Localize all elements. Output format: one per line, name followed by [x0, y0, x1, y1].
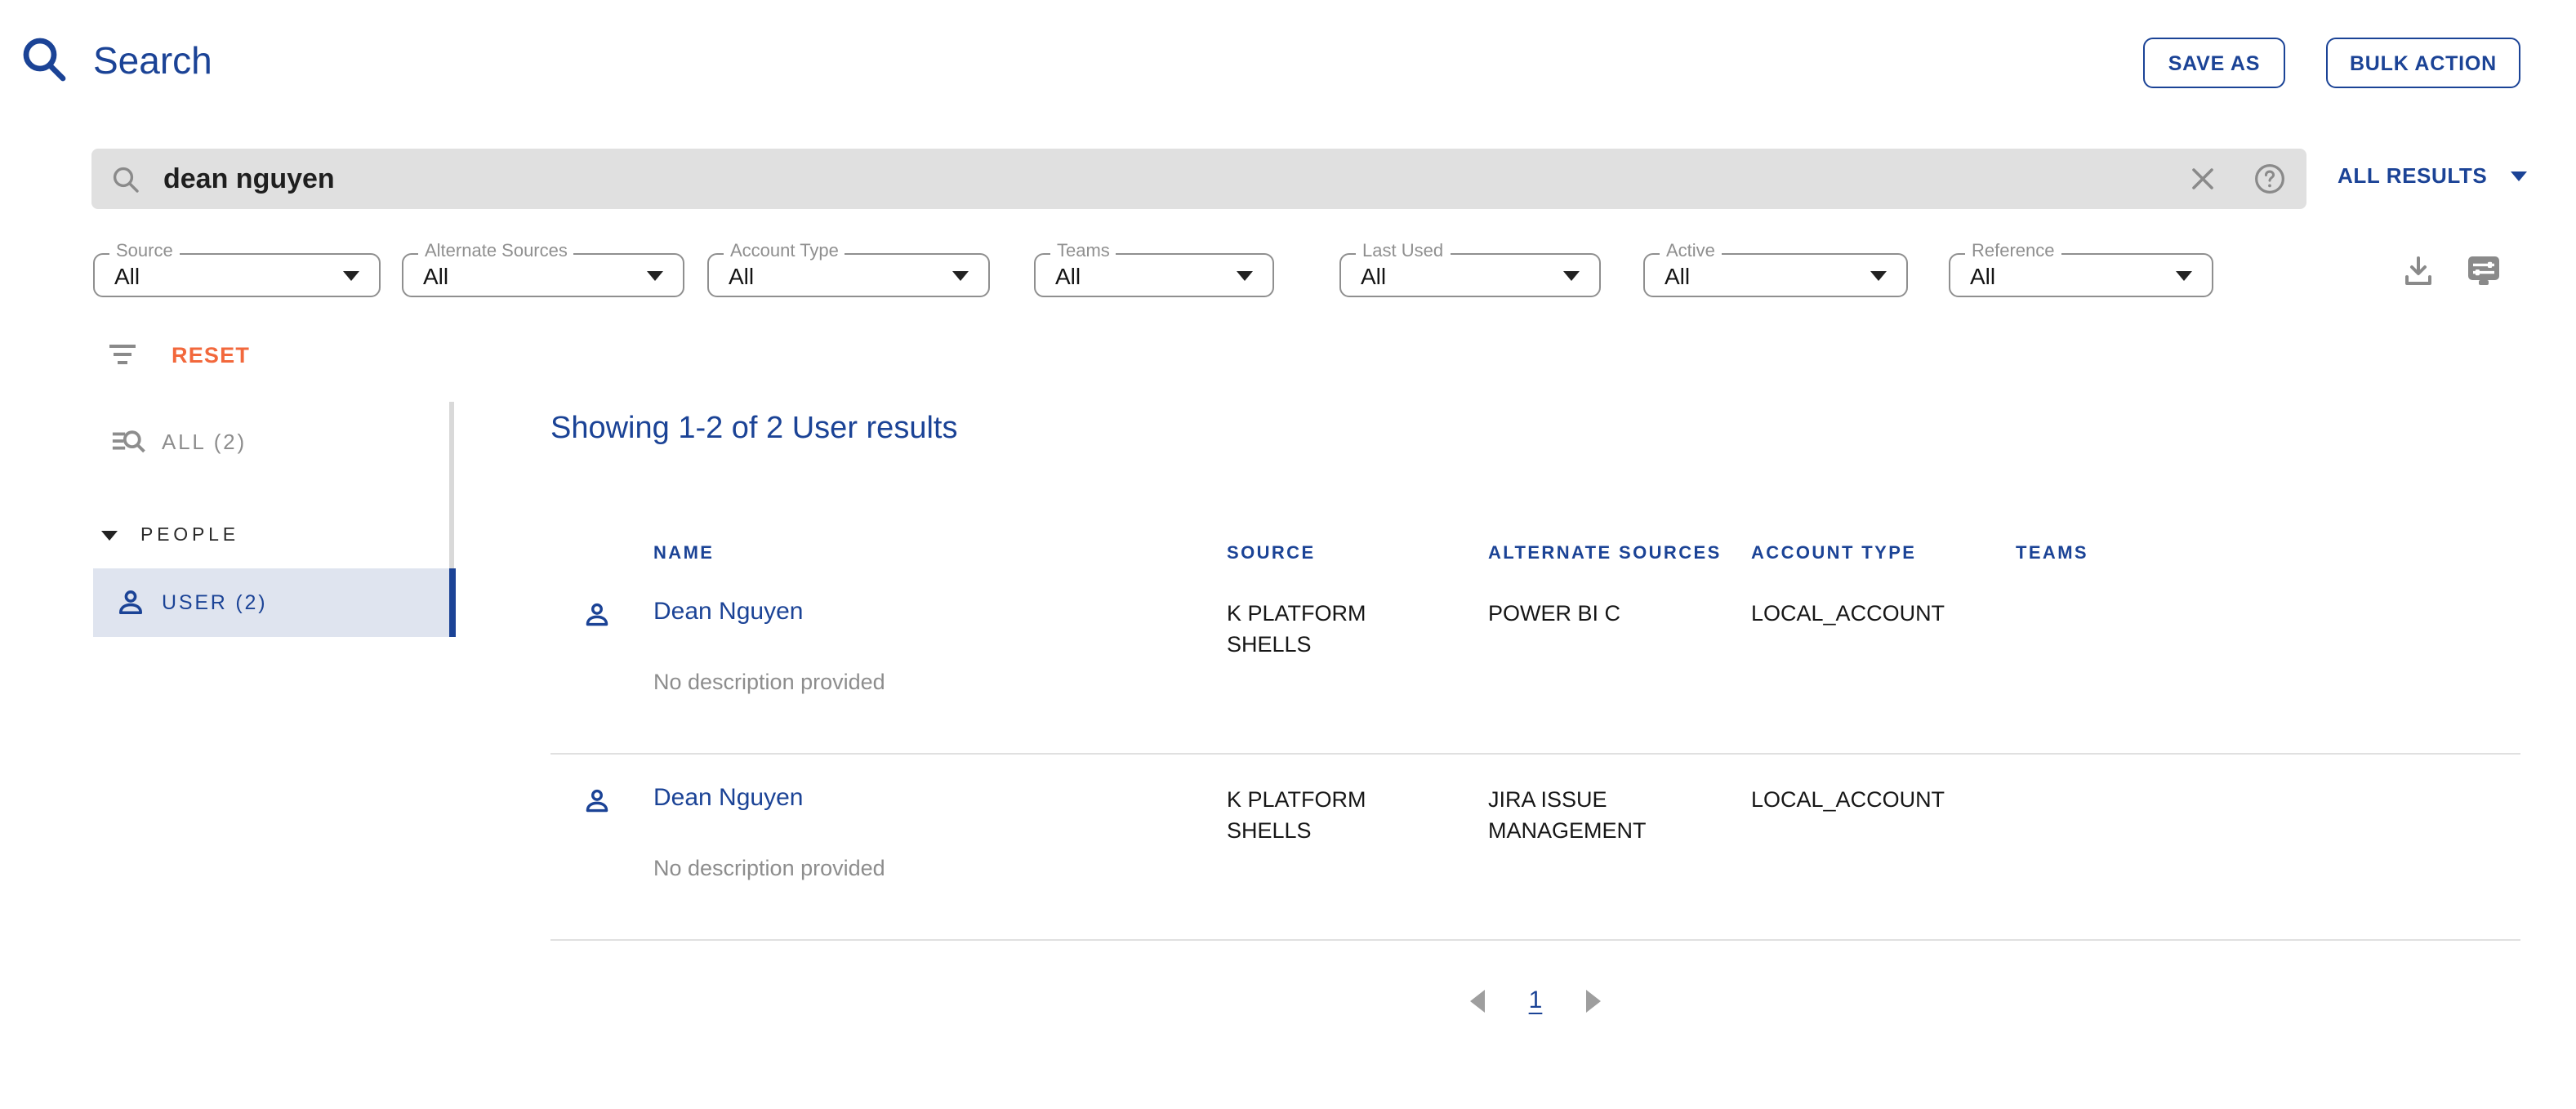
- table-row: Dean Nguyen No description provided K PL…: [550, 568, 2520, 755]
- row-icon-cell: [550, 598, 653, 694]
- filter-value: All: [1055, 263, 1081, 289]
- save-as-button[interactable]: SAVE AS: [2143, 38, 2285, 88]
- chevron-down-icon: [647, 271, 663, 281]
- magnifier-icon: [111, 164, 140, 194]
- filter-label: Source: [109, 242, 180, 261]
- chevron-down-icon: [343, 271, 359, 281]
- person-icon: [583, 787, 611, 815]
- person-icon: [116, 588, 145, 617]
- filter-value: All: [1665, 263, 1690, 289]
- chevron-down-icon: [1870, 271, 1887, 281]
- filter-account-type[interactable]: Account Type All: [707, 253, 990, 297]
- column-header-teams: TEAMS: [2016, 539, 2520, 568]
- bulk-action-button[interactable]: BULK ACTION: [2326, 38, 2520, 88]
- teams-cell: [2016, 598, 2520, 694]
- filter-value: All: [729, 263, 754, 289]
- account-type-cell: LOCAL_ACCOUNT: [1751, 784, 2016, 880]
- column-header-name: NAME: [653, 539, 1227, 568]
- name-cell: Dean Nguyen No description provided: [653, 784, 1227, 880]
- table-row: Dean Nguyen No description provided K PL…: [550, 755, 2520, 941]
- list-search-icon: [111, 424, 145, 458]
- filter-label: Account Type: [724, 242, 845, 261]
- teams-cell: [2016, 784, 2520, 880]
- search-icon: [18, 33, 70, 85]
- filter-label: Last Used: [1356, 242, 1450, 261]
- row-icon-cell: [550, 784, 653, 880]
- filter-value: All: [1361, 263, 1386, 289]
- sidebar-item-label: ALL (2): [162, 429, 247, 453]
- filter-reference[interactable]: Reference All: [1949, 253, 2213, 297]
- column-header-account-type: ACCOUNT TYPE: [1751, 539, 2016, 568]
- user-description: No description provided: [653, 856, 1227, 880]
- results-scope-label: ALL RESULTS: [2338, 163, 2487, 188]
- filter-label: Alternate Sources: [418, 242, 574, 261]
- results-summary: Showing 1-2 of 2 User results: [550, 412, 2520, 448]
- page-title: Search: [93, 39, 212, 83]
- chevron-down-icon: [1563, 271, 1580, 281]
- chevron-down-icon: [1237, 271, 1253, 281]
- sidebar-item-user[interactable]: USER (2): [93, 568, 452, 637]
- chevron-down-icon: [101, 531, 118, 541]
- pagination: 1: [550, 987, 2520, 1014]
- next-page-icon[interactable]: [1586, 989, 1601, 1012]
- search-input[interactable]: [163, 163, 2190, 195]
- search-page: Search SAVE AS BULK ACTION ALL RESULTS S…: [0, 0, 2576, 1109]
- person-icon: [583, 601, 611, 629]
- filter-active[interactable]: Active All: [1643, 253, 1908, 297]
- reset-row: RESET: [108, 340, 250, 369]
- sidebar-group-label: PEOPLE: [140, 526, 239, 546]
- filter-value: All: [1970, 263, 1995, 289]
- app-header: Search SAVE AS BULK ACTION: [0, 0, 2576, 114]
- clear-search-icon[interactable]: [2190, 167, 2215, 191]
- sidebar-item-all[interactable]: ALL (2): [93, 415, 452, 467]
- filter-funnel-icon: [108, 340, 137, 369]
- filter-alternate-sources[interactable]: Alternate Sources All: [402, 253, 684, 297]
- page-number[interactable]: 1: [1529, 987, 1543, 1014]
- name-cell: Dean Nguyen No description provided: [653, 598, 1227, 694]
- results-main: Showing 1-2 of 2 User results NAME SOURC…: [550, 402, 2520, 1014]
- filter-value: All: [423, 263, 448, 289]
- download-icon[interactable]: [2403, 255, 2434, 287]
- sidebar-item-label: USER (2): [162, 591, 267, 614]
- results-table-header: NAME SOURCE ALTERNATE SOURCES ACCOUNT TY…: [550, 539, 2520, 568]
- account-type-cell: LOCAL_ACCOUNT: [1751, 598, 2016, 694]
- filter-label: Reference: [1965, 242, 2061, 261]
- user-link[interactable]: Dean Nguyen: [653, 784, 803, 812]
- reset-button[interactable]: RESET: [172, 342, 250, 367]
- column-header-alternate-sources: ALTERNATE SOURCES: [1488, 539, 1751, 568]
- search-bar[interactable]: [91, 149, 2306, 209]
- column-header-source: SOURCE: [1227, 539, 1488, 568]
- results-sidebar: ALL (2) PEOPLE USER (2): [93, 402, 452, 637]
- alternate-sources-cell: POWER BI C: [1488, 598, 1751, 694]
- display-settings-icon[interactable]: [2467, 253, 2501, 287]
- sidebar-group-people[interactable]: PEOPLE: [93, 514, 452, 557]
- alternate-sources-cell: JIRA ISSUE MANAGEMENT: [1488, 784, 1751, 880]
- source-cell: K PLATFORM SHELLS: [1227, 784, 1488, 880]
- help-icon[interactable]: [2254, 163, 2285, 194]
- filter-label: Active: [1660, 242, 1722, 261]
- source-cell: K PLATFORM SHELLS: [1227, 598, 1488, 694]
- results-scope-dropdown[interactable]: ALL RESULTS: [2338, 163, 2526, 188]
- user-description: No description provided: [653, 670, 1227, 694]
- chevron-down-icon: [2176, 271, 2192, 281]
- filter-value: All: [114, 263, 140, 289]
- chevron-down-icon: [2510, 171, 2526, 180]
- user-link[interactable]: Dean Nguyen: [653, 598, 803, 626]
- filter-teams[interactable]: Teams All: [1034, 253, 1274, 297]
- filter-last-used[interactable]: Last Used All: [1339, 253, 1601, 297]
- filter-label: Teams: [1050, 242, 1116, 261]
- chevron-down-icon: [952, 271, 969, 281]
- filter-source[interactable]: Source All: [93, 253, 381, 297]
- previous-page-icon[interactable]: [1470, 989, 1485, 1012]
- column-header-spacer: [550, 539, 653, 568]
